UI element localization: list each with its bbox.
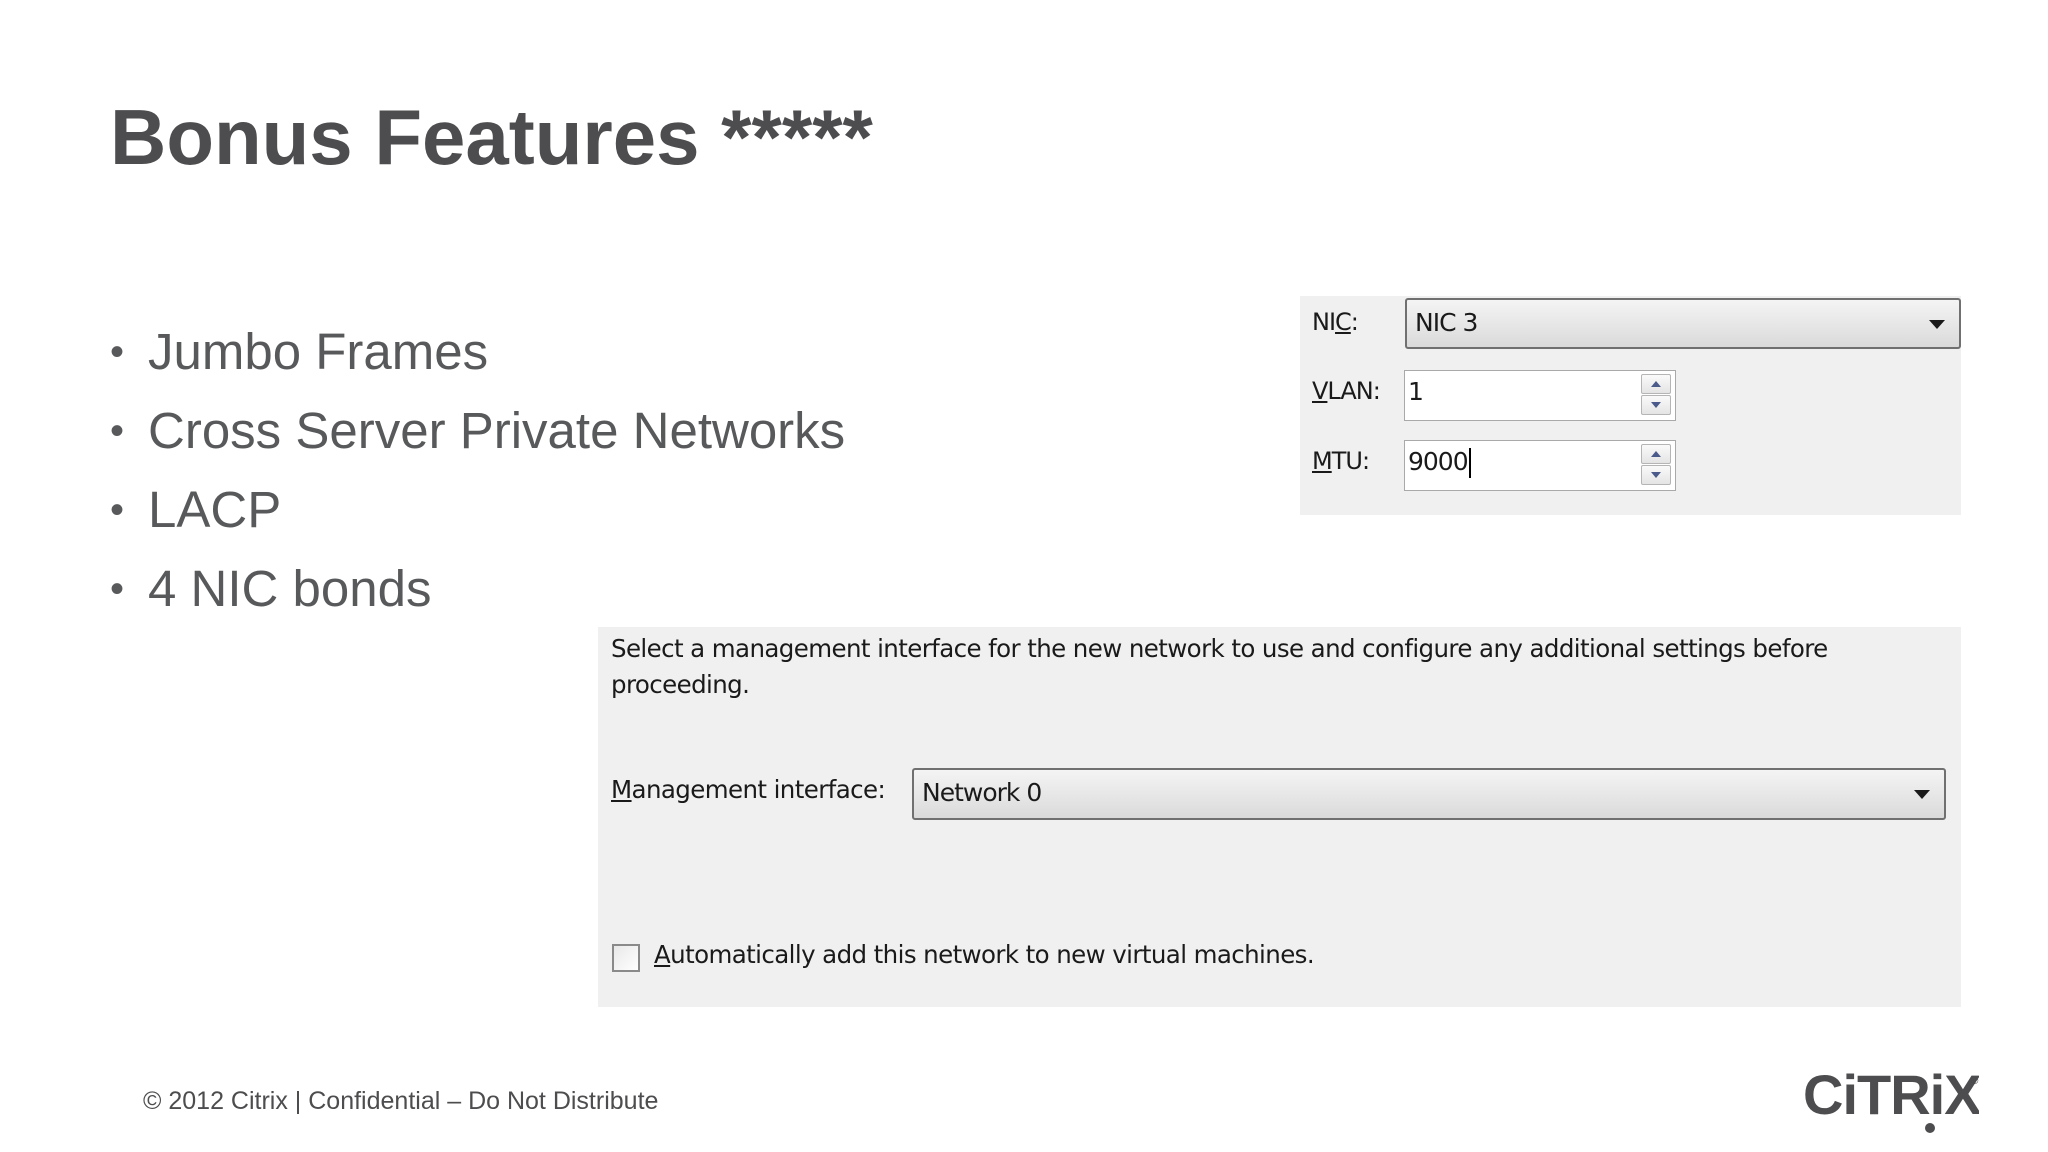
mtu-increment-button[interactable]: [1641, 444, 1671, 464]
management-interface-label: Management interface:: [611, 775, 886, 804]
bullet-dot: •: [110, 487, 125, 532]
management-interface-value: Network 0: [922, 778, 1042, 807]
arrow-down-icon: [1651, 402, 1661, 408]
mtu-decrement-button[interactable]: [1641, 465, 1671, 485]
vlan-value: 1: [1408, 377, 1424, 406]
management-settings-panel: Select a management interface for the ne…: [598, 627, 1961, 1007]
vlan-label: VLAN:: [1312, 377, 1381, 405]
mtu-spin-buttons: [1641, 444, 1671, 486]
bullet-item: • Cross Server Private Networks: [110, 391, 845, 470]
bullet-text: Jumbo Frames: [148, 322, 489, 380]
management-description: Select a management interface for the ne…: [611, 634, 1828, 699]
bullet-text: LACP: [148, 480, 282, 538]
nic-select[interactable]: NIC 3: [1405, 298, 1961, 349]
mtu-stepper[interactable]: 9000: [1404, 440, 1676, 491]
registered-mark: ®: [1971, 1076, 1979, 1087]
bullet-dot: •: [110, 329, 125, 374]
vlan-increment-button[interactable]: [1641, 374, 1671, 394]
bullet-item: • Jumbo Frames: [110, 312, 845, 391]
bullet-list: • Jumbo Frames • Cross Server Private Netw…: [110, 312, 845, 628]
nic-label: NIC:: [1312, 308, 1359, 336]
chevron-down-icon: [1914, 790, 1930, 799]
bullet-dot: •: [110, 566, 125, 611]
mtu-row: MTU: 9000: [1300, 438, 1961, 492]
citrix-logo: CiTRiX ®: [1803, 1064, 1979, 1133]
text-caret: [1468, 448, 1471, 478]
arrow-up-icon: [1651, 451, 1661, 457]
vlan-spin-buttons: [1641, 374, 1671, 416]
nic-row: NIC: NIC 3: [1300, 296, 1961, 350]
nic-settings-panel: NIC: NIC 3 VLAN: 1 MTU: 9000: [1300, 296, 1961, 515]
bullet-text: 4 NIC bonds: [148, 559, 432, 617]
chevron-down-icon: [1929, 319, 1945, 329]
arrow-up-icon: [1651, 381, 1661, 387]
logo-text: CiTRiX: [1803, 1064, 1979, 1126]
auto-add-label[interactable]: Automatically add this network to new vi…: [654, 940, 1315, 969]
vlan-decrement-button[interactable]: [1641, 395, 1671, 415]
slide-title: Bonus Features *****: [110, 93, 873, 181]
logo-dot: [1925, 1123, 1935, 1133]
footer-copyright: © 2012 Citrix | Confidential – Do Not Di…: [143, 1087, 659, 1115]
bullet-dot: •: [110, 408, 125, 453]
vlan-row: VLAN: 1: [1300, 368, 1961, 422]
bullet-item: • 4 NIC bonds: [110, 549, 845, 628]
vlan-stepper[interactable]: 1: [1404, 370, 1676, 421]
arrow-down-icon: [1651, 472, 1661, 478]
auto-add-checkbox[interactable]: [612, 944, 640, 972]
bullet-text: Cross Server Private Networks: [148, 401, 846, 459]
nic-select-value: NIC 3: [1415, 308, 1478, 337]
bullet-item: • LACP: [110, 470, 845, 549]
management-interface-select[interactable]: Network 0: [912, 768, 1946, 820]
mtu-label: MTU:: [1312, 447, 1370, 475]
mtu-value: 9000: [1408, 447, 1471, 478]
